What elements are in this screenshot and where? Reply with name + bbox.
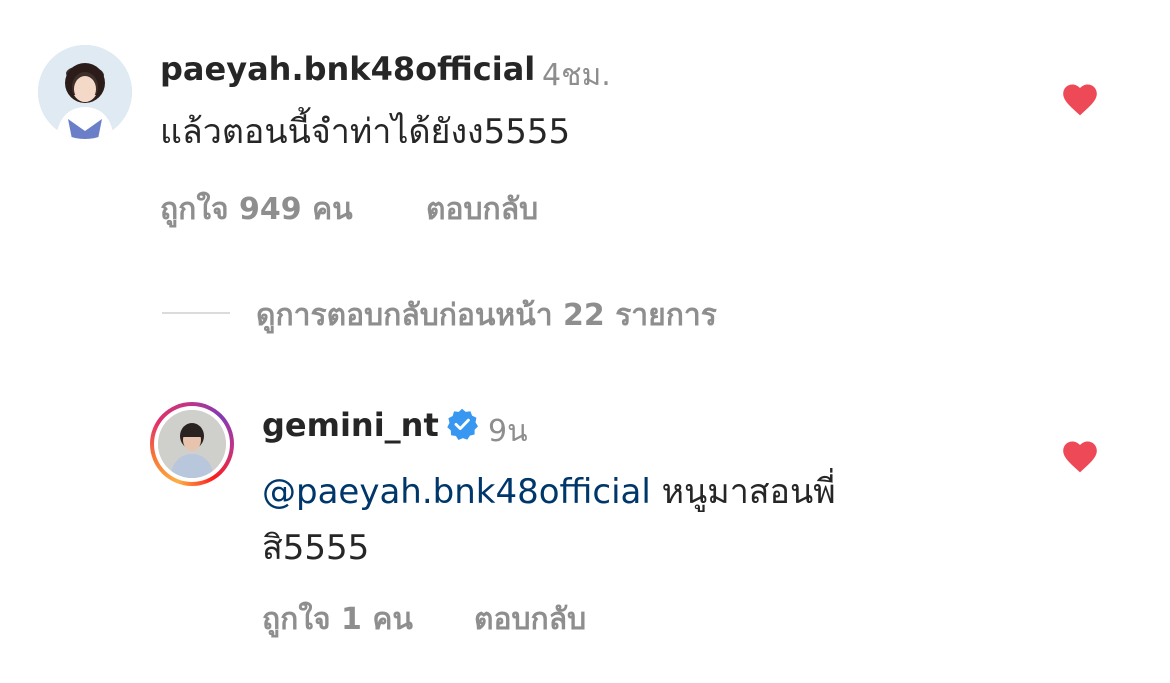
avatar-image [38, 45, 132, 139]
story-ring[interactable] [150, 402, 234, 486]
heart-filled-icon[interactable] [1062, 83, 1098, 116]
verified-badge-icon [447, 408, 478, 440]
heart-filled-icon[interactable] [1062, 440, 1098, 473]
comment-text: แล้วตอนนี้จำท่าได้ยังง5555 [160, 112, 571, 152]
avatar-gemini[interactable] [158, 410, 226, 478]
view-previous-replies-button[interactable]: ดูการตอบกลับก่อนหน้า 22 รายการ [256, 292, 717, 339]
comment-timestamp: 4ชม. [542, 58, 611, 93]
reply-text-line1: หนูมาสอนพี่ [661, 472, 836, 512]
avatar-image [158, 410, 226, 478]
view-replies-divider [162, 312, 230, 314]
reply-text: @paeyah.bnk48official หนูมาสอนพี่ สิ5555 [262, 464, 836, 576]
reply-text-line2: สิ5555 [262, 528, 370, 568]
comment-username[interactable]: paeyah.bnk48official [160, 50, 535, 88]
comment-like-count[interactable]: ถูกใจ 949 คน [160, 186, 353, 233]
reply-reply-button[interactable]: ตอบกลับ [474, 596, 586, 643]
mention-link[interactable]: @paeyah.bnk48official [262, 472, 651, 512]
reply-button[interactable]: ตอบกลับ [426, 186, 538, 233]
reply-like-count[interactable]: ถูกใจ 1 คน [262, 596, 413, 643]
reply-username[interactable]: gemini_nt [262, 406, 439, 444]
reply-timestamp: 9น [488, 414, 528, 449]
avatar-paeyah[interactable] [38, 45, 132, 139]
